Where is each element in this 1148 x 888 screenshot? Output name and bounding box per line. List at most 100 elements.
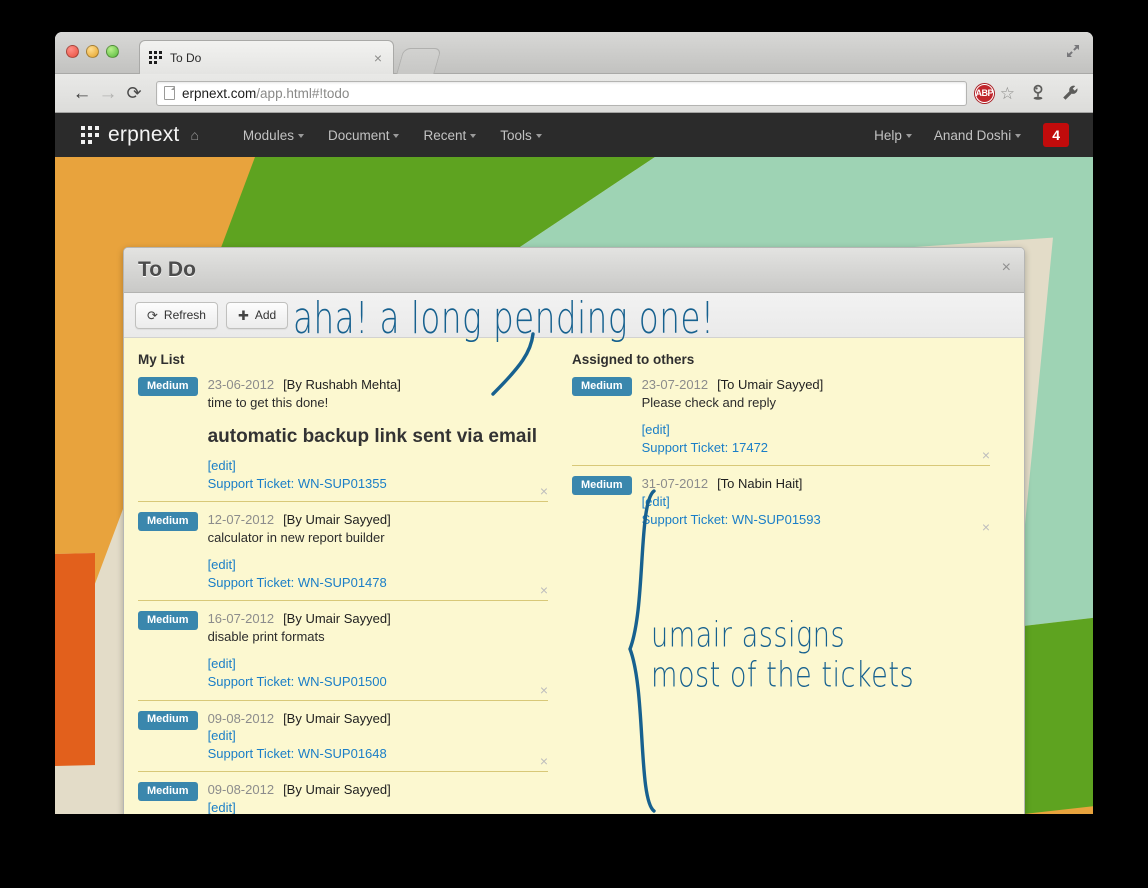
my-list-column: My List Medium 23-06-2012 [By Rushabh Meh… — [124, 352, 564, 814]
todo-description: calculator in new report builder — [207, 529, 385, 545]
todo-owner: [By Umair Sayyed] — [283, 512, 391, 528]
assigned-to-others-heading: Assigned to others — [572, 352, 695, 367]
status-badge: Medium — [572, 377, 632, 396]
url-path: /app.html#!todo — [256, 85, 350, 101]
delete-icon[interactable]: × — [982, 520, 990, 534]
support-ticket-link[interactable]: Support Ticket: WN-SUP01355 — [208, 475, 548, 493]
tab-close-icon[interactable]: × — [372, 51, 384, 65]
device-frame: To Do × ← → ⟳ erpnext.com/app.html#!todo… — [0, 0, 1148, 888]
nav-item-help[interactable]: Help — [874, 128, 912, 143]
url-text: erpnext.com/app.html#!todo — [182, 86, 349, 101]
brand[interactable]: erpnext ⌂ — [81, 123, 199, 147]
edit-link[interactable]: [edit] — [208, 655, 548, 673]
panel-toolbar: ⟳ Refresh ✚ Add — [124, 293, 1024, 338]
todo-description: time to get this done! — [207, 394, 329, 410]
nav-item-label: Document — [327, 127, 390, 143]
support-ticket-link[interactable]: Support Ticket: WN-SUP01648 — [208, 745, 548, 763]
edit-link[interactable]: [edit] — [208, 799, 548, 814]
edit-link[interactable]: [edit] — [642, 493, 990, 511]
adblock-icon[interactable]: ABP — [974, 83, 994, 103]
nav-right: Help Anand Doshi 4 — [874, 122, 1069, 148]
delete-icon[interactable]: × — [540, 754, 548, 768]
erpnext-logo-icon — [81, 126, 99, 144]
list-item[interactable]: Medium 16-07-2012 [By Umair Sayyed] disab… — [138, 600, 548, 697]
todo-owner: [By Umair Sayyed] — [283, 710, 391, 726]
edit-link[interactable]: [edit] — [208, 556, 548, 574]
list-item[interactable]: Medium 09-08-2012 [By Umair Sayyed] [edit… — [138, 771, 548, 814]
edit-link[interactable]: [edit] — [642, 421, 990, 439]
todo-owner: [By Rushabh Mehta] — [283, 377, 401, 392]
list-item[interactable]: Medium 31-07-2012 [To Nabin Hait] [edit] … — [572, 465, 990, 535]
home-icon[interactable]: ⌂ — [190, 127, 198, 143]
nav-item-label: Modules — [242, 127, 294, 143]
delete-icon[interactable]: × — [540, 484, 548, 498]
refresh-button[interactable]: ⟳ Refresh — [135, 301, 218, 329]
list-item[interactable]: Medium 23-07-2012 [To Umair Sayyed] Pleas… — [572, 376, 990, 463]
person-icon[interactable] — [1029, 84, 1047, 102]
close-window-button[interactable] — [66, 45, 79, 58]
minimize-window-button[interactable] — [86, 45, 99, 58]
notification-badge[interactable]: 4 — [1043, 122, 1069, 148]
reload-icon[interactable]: ⟳ — [121, 84, 147, 102]
todo-body: My List Medium 23-06-2012 [By Rushabh Meh… — [124, 338, 1024, 814]
todo-meta: 23-06-2012 [By Rushabh Mehta] — [208, 376, 548, 394]
chevron-down-icon — [393, 133, 400, 138]
browser-tab[interactable]: To Do × — [139, 40, 394, 74]
nav-links: Modules Document Recent Tools — [243, 128, 542, 143]
url-host: erpnext.com — [182, 85, 257, 101]
nav-item-modules[interactable]: Modules — [243, 128, 304, 143]
nav-item-recent[interactable]: Recent — [423, 128, 477, 143]
support-ticket-link[interactable]: Support Ticket: WN-SUP01593 — [642, 511, 990, 529]
window-traffic-lights — [66, 45, 119, 58]
list-item[interactable]: Medium 23-06-2012 [By Rushabh Mehta] time… — [138, 376, 548, 499]
nav-item-user[interactable]: Anand Doshi — [933, 127, 1022, 143]
add-label: Add — [254, 308, 277, 322]
chevron-down-icon — [1015, 133, 1022, 138]
todo-owner: [To Umair Sayyed] — [717, 377, 824, 392]
nav-item-tools[interactable]: Tools — [500, 128, 542, 143]
list-item[interactable]: Medium 09-08-2012 [By Umair Sayyed] [edit… — [138, 699, 548, 770]
todo-date: 16-07-2012 — [207, 611, 275, 627]
bookmark-star-icon[interactable]: ☆ — [1000, 85, 1015, 102]
nav-item-label: Anand Doshi — [933, 127, 1012, 143]
erpnext-app: erpnext ⌂ Modules Document Recent Tools … — [55, 113, 1093, 814]
todo-meta: 09-08-2012 [By Umair Sayyed] — [208, 781, 548, 799]
todo-description: disable print formats — [207, 628, 325, 644]
support-ticket-link[interactable]: Support Ticket: 17472 — [642, 439, 990, 457]
list-item[interactable]: Medium 12-07-2012 [By Umair Sayyed] calcu… — [138, 501, 548, 598]
address-bar[interactable]: erpnext.com/app.html#!todo — [156, 80, 967, 106]
nav-item-document[interactable]: Document — [328, 128, 400, 143]
refresh-label: Refresh — [163, 308, 206, 322]
edit-link[interactable]: [edit] — [208, 727, 548, 745]
todo-date: 23-07-2012 — [641, 377, 709, 392]
status-badge: Medium — [138, 377, 198, 396]
edit-link[interactable]: [edit] — [208, 457, 548, 475]
back-icon[interactable]: ← — [69, 84, 95, 103]
todo-meta: 31-07-2012 [To Nabin Hait] — [642, 475, 990, 493]
app-navbar: erpnext ⌂ Modules Document Recent Tools … — [55, 113, 1093, 157]
page-icon — [164, 86, 175, 100]
todo-panel: To Do × ⟳ Refresh ✚ Add My List Medium 2… — [123, 247, 1025, 814]
new-tab-button[interactable] — [396, 48, 442, 74]
zoom-window-button[interactable] — [106, 45, 119, 58]
forward-icon[interactable]: → — [95, 84, 121, 103]
refresh-icon: ⟳ — [147, 307, 158, 323]
wrench-icon[interactable] — [1061, 84, 1079, 102]
delete-icon[interactable]: × — [540, 683, 548, 697]
brand-name: erpnext — [108, 123, 180, 146]
support-ticket-link[interactable]: Support Ticket: WN-SUP01500 — [208, 673, 548, 691]
chevron-down-icon — [470, 133, 477, 138]
add-button[interactable]: ✚ Add — [225, 301, 289, 329]
todo-meta: 12-07-2012 [By Umair Sayyed] — [208, 511, 548, 529]
browser-window: To Do × ← → ⟳ erpnext.com/app.html#!todo… — [55, 32, 1093, 814]
delete-icon[interactable]: × — [540, 583, 548, 597]
todo-meta: 23-07-2012 [To Umair Sayyed] — [642, 376, 990, 394]
maximize-icon[interactable] — [1065, 43, 1081, 59]
grid-icon — [149, 51, 162, 64]
delete-icon[interactable]: × — [982, 448, 990, 462]
nav-item-label: Tools — [500, 127, 532, 143]
nav-item-label: Help — [874, 127, 902, 143]
support-ticket-link[interactable]: Support Ticket: WN-SUP01478 — [208, 574, 548, 592]
status-badge: Medium — [138, 710, 198, 730]
panel-close-icon[interactable]: × — [1002, 259, 1011, 277]
